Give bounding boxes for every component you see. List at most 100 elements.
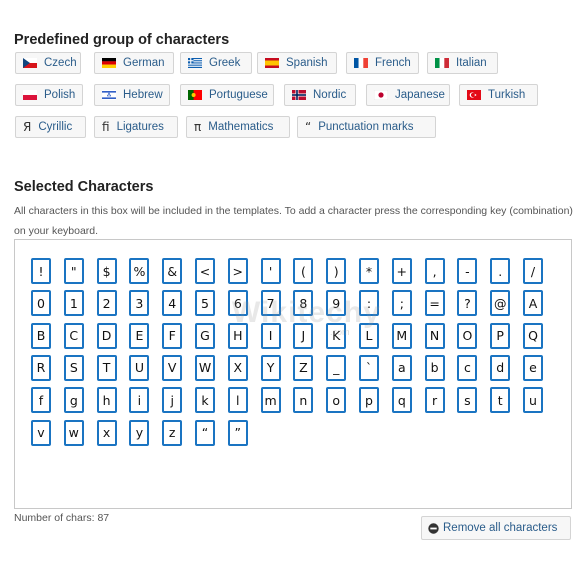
character-key[interactable]: u (523, 387, 543, 414)
character-key[interactable]: x (96, 419, 117, 446)
character-key[interactable]: b (424, 354, 445, 381)
character-key[interactable]: W (195, 354, 215, 381)
character-key[interactable]: @ (490, 290, 511, 317)
group-button-mathematics[interactable]: π Mathematics (186, 116, 290, 138)
character-key[interactable]: p (359, 387, 379, 414)
character-key[interactable]: L (359, 322, 379, 349)
character-key[interactable]: ) (326, 258, 347, 284)
character-key[interactable]: " (63, 258, 84, 284)
character-key[interactable]: m (260, 387, 281, 414)
character-key[interactable]: R (31, 354, 51, 381)
character-key[interactable]: U (129, 354, 150, 381)
character-key[interactable]: n (293, 387, 314, 414)
group-button-greek[interactable]: Greek (180, 52, 252, 74)
character-key[interactable]: e (523, 354, 543, 381)
group-button-french[interactable]: French (346, 52, 419, 74)
character-key[interactable]: ( (293, 258, 314, 284)
character-key[interactable]: O (457, 322, 478, 349)
group-button-cyrillic[interactable]: Я Cyrillic (15, 116, 86, 138)
character-key[interactable]: v (31, 419, 51, 446)
character-key[interactable]: F (162, 322, 183, 349)
character-key[interactable]: r (424, 387, 445, 414)
character-key[interactable]: w (63, 419, 84, 446)
character-key[interactable]: + (391, 258, 412, 284)
character-key[interactable]: h (96, 387, 117, 414)
character-key[interactable]: d (490, 354, 511, 381)
character-key[interactable]: j (162, 387, 183, 414)
group-button-portuguese[interactable]: Portuguese (180, 84, 274, 106)
character-key[interactable]: X (227, 354, 248, 381)
character-key[interactable]: Q (523, 322, 543, 349)
character-key[interactable]: 7 (260, 290, 281, 317)
character-key[interactable]: * (359, 258, 379, 284)
character-key[interactable]: ` (359, 354, 379, 381)
character-key[interactable]: T (96, 354, 117, 381)
character-key[interactable]: k (195, 387, 215, 414)
character-key[interactable]: E (129, 322, 150, 349)
character-key[interactable]: V (162, 354, 183, 381)
character-key[interactable]: ; (391, 290, 412, 317)
character-key[interactable]: G (195, 322, 215, 349)
group-button-spanish[interactable]: Spanish (257, 52, 337, 74)
character-key[interactable]: A (523, 290, 543, 317)
group-button-polish[interactable]: Polish (15, 84, 83, 106)
character-key[interactable]: P (490, 322, 511, 349)
character-key[interactable]: : (359, 290, 379, 317)
character-key[interactable]: / (523, 258, 543, 284)
character-key[interactable]: J (293, 322, 314, 349)
character-key[interactable]: c (457, 354, 478, 381)
character-key[interactable]: 6 (227, 290, 248, 317)
group-button-ligatures[interactable]: ﬁ Ligatures (94, 116, 178, 138)
group-button-nordic[interactable]: Nordic (284, 84, 356, 106)
character-key[interactable]: D (96, 322, 117, 349)
character-key[interactable]: , (424, 258, 445, 284)
character-key[interactable]: Y (260, 354, 281, 381)
character-key[interactable]: = (424, 290, 445, 317)
character-key[interactable]: 1 (63, 290, 84, 317)
character-key[interactable]: 3 (129, 290, 150, 317)
character-key[interactable]: > (227, 258, 248, 284)
character-key[interactable]: M (391, 322, 412, 349)
character-key[interactable]: 2 (96, 290, 117, 317)
group-button-japanese[interactable]: Japanese (366, 84, 450, 106)
character-key[interactable]: ' (260, 258, 281, 284)
character-key[interactable]: H (227, 322, 248, 349)
character-key[interactable]: $ (96, 258, 117, 284)
character-key[interactable]: q (391, 387, 412, 414)
group-button-italian[interactable]: Italian (427, 52, 498, 74)
character-key[interactable]: & (162, 258, 183, 284)
character-key[interactable]: N (424, 322, 445, 349)
character-key[interactable]: a (391, 354, 412, 381)
character-key[interactable]: 8 (293, 290, 314, 317)
character-key[interactable]: “ (195, 419, 215, 446)
character-key[interactable]: < (195, 258, 215, 284)
group-button-punctuation-marks[interactable]: “ Punctuation marks (297, 116, 436, 138)
character-key[interactable]: t (490, 387, 511, 414)
character-key[interactable]: ? (457, 290, 478, 317)
remove-all-characters-button[interactable]: Remove all characters (421, 516, 571, 540)
character-key[interactable]: I (260, 322, 281, 349)
group-button-german[interactable]: German (94, 52, 174, 74)
character-key[interactable]: 9 (326, 290, 347, 317)
character-key[interactable]: 4 (162, 290, 183, 317)
character-key[interactable]: . (490, 258, 511, 284)
character-key[interactable]: C (63, 322, 84, 349)
character-key[interactable]: B (31, 322, 51, 349)
character-key[interactable]: o (326, 387, 347, 414)
character-key[interactable]: 0 (31, 290, 51, 317)
character-key[interactable]: ” (227, 419, 248, 446)
character-key[interactable]: l (227, 387, 248, 414)
character-key[interactable]: K (326, 322, 347, 349)
group-button-turkish[interactable]: Turkish (459, 84, 538, 106)
character-key[interactable]: z (162, 419, 183, 446)
character-key[interactable]: f (31, 387, 51, 414)
group-button-hebrew[interactable]: Hebrew (94, 84, 170, 106)
character-key[interactable]: y (129, 419, 150, 446)
character-key[interactable]: 5 (195, 290, 215, 317)
group-button-czech[interactable]: Czech (15, 52, 81, 74)
character-key[interactable]: g (63, 387, 84, 414)
character-key[interactable]: s (457, 387, 478, 414)
character-key[interactable]: ! (31, 258, 51, 284)
character-key[interactable]: _ (326, 354, 347, 381)
character-key[interactable]: Z (293, 354, 314, 381)
